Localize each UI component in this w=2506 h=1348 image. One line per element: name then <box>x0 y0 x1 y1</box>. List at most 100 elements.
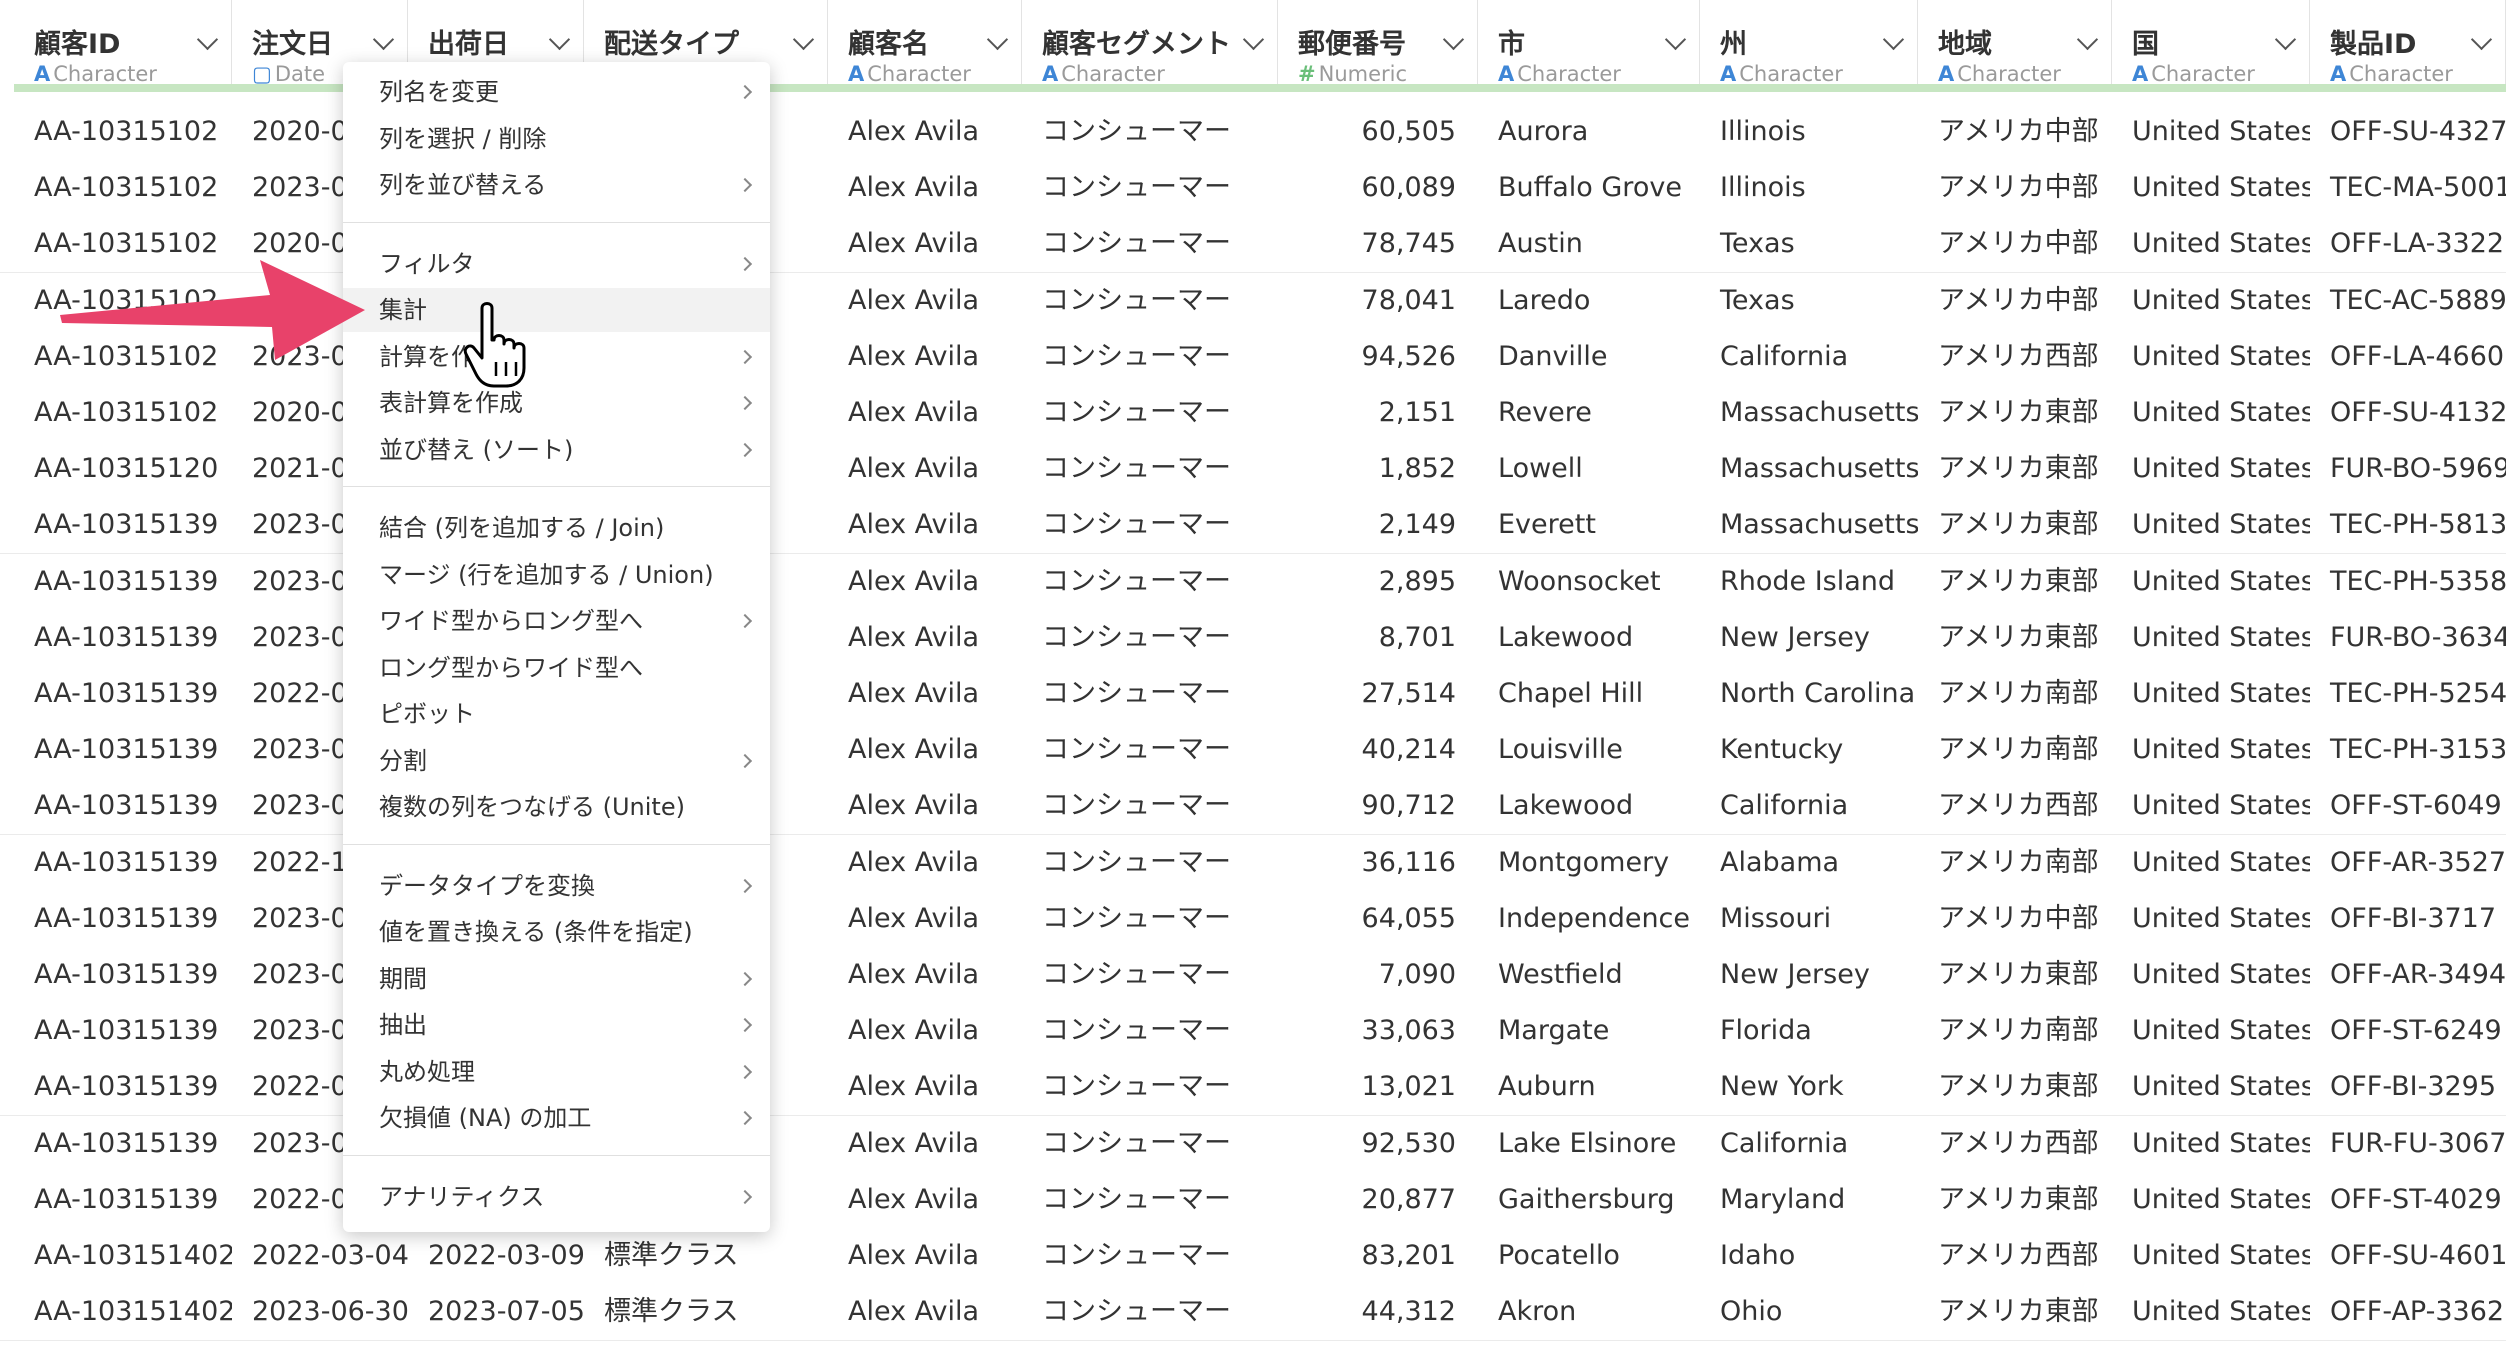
menu-item[interactable]: フィルタ <box>343 242 770 286</box>
table-cell: North Carolina <box>1720 678 1916 709</box>
menu-item[interactable]: 期間 <box>343 957 770 1001</box>
table-cell: Alex Avila <box>848 959 980 990</box>
table-cell: アメリカ東部 <box>1938 565 2099 597</box>
chevron-down-icon[interactable] <box>2470 28 2493 51</box>
menu-item[interactable]: 分割 <box>343 739 770 783</box>
menu-item[interactable]: 集計 <box>343 288 770 332</box>
table-cell: コンシューマー <box>1042 678 1231 709</box>
menu-item[interactable]: 表計算を作成 <box>343 381 770 425</box>
table-cell: Alex Avila <box>848 116 980 147</box>
column-header[interactable]: 郵便番号 # Numeric <box>1278 0 1478 92</box>
column-type: A Character <box>1938 62 2061 86</box>
table-cell: Alex Avila <box>848 397 980 428</box>
table-cell: California <box>1720 340 1849 372</box>
table-cell: Texas <box>1720 284 1795 316</box>
table-cell: 60,505 <box>1361 116 1456 147</box>
column-type: A Character <box>2132 62 2255 86</box>
table-cell: Alex Avila <box>848 509 980 541</box>
table-cell: AA-103151402 <box>34 1296 232 1328</box>
menu-item-label: 欠損値 (NA) の加工 <box>379 1104 592 1132</box>
table-cell: United States <box>2132 172 2310 204</box>
menu-item[interactable]: 丸め処理 <box>343 1050 770 1094</box>
menu-item[interactable]: 欠損値 (NA) の加工 <box>343 1096 770 1140</box>
table-cell: Lowell <box>1498 453 1583 485</box>
chevron-right-icon <box>737 395 753 411</box>
table-cell: TEC-PH-5358 <box>2330 565 2506 597</box>
menu-item[interactable]: マージ (行を追加する / Union) <box>343 553 770 597</box>
table-cell: Alex Avila <box>848 678 980 709</box>
menu-item[interactable]: 並び替え (ソート) <box>343 428 770 472</box>
menu-item-label: 期間 <box>379 964 427 993</box>
table-cell: アメリカ東部 <box>1938 1183 2099 1215</box>
table-cell: Florida <box>1720 1015 1812 1047</box>
table-cell: Alex Avila <box>848 1296 980 1328</box>
menu-item[interactable]: ロング型からワイド型へ <box>343 646 770 690</box>
table-cell: New Jersey <box>1720 959 1870 990</box>
menu-item[interactable]: データタイプを変換 <box>343 864 770 908</box>
table-cell: Alex Avila <box>848 790 980 822</box>
table-cell: アメリカ東部 <box>1938 453 2099 485</box>
table-cell: OFF-BI-3717 <box>2330 902 2497 934</box>
table-cell: AA-10315139 <box>34 734 219 766</box>
table-cell: 83,201 <box>1361 1240 1456 1271</box>
chevron-down-icon[interactable] <box>372 28 395 51</box>
table-cell: アメリカ東部 <box>1938 959 2099 990</box>
chevron-down-icon[interactable] <box>792 28 815 51</box>
menu-item-label: ロング型からワイド型へ <box>379 653 643 682</box>
menu-item[interactable]: ピボット <box>343 692 770 736</box>
table-cell: TEC-PH-3153 <box>2330 734 2506 766</box>
column-header[interactable]: 製品ID A Character <box>2310 0 2506 92</box>
column-header[interactable]: 顧客ID A Character <box>14 0 232 92</box>
column-type-label: Character <box>867 62 971 86</box>
menu-item[interactable]: アナリティクス <box>343 1175 770 1219</box>
table-cell: Revere <box>1498 397 1592 428</box>
menu-item[interactable]: 列を選択 / 削除 <box>343 117 770 161</box>
chevron-down-icon[interactable] <box>1242 28 1265 51</box>
menu-item[interactable]: 値を置き換える (条件を指定) <box>343 910 770 954</box>
column-type-label: Character <box>1517 62 1621 86</box>
table-cell: AA-10315139 <box>34 1127 219 1159</box>
table-cell: Buffalo Grove <box>1498 172 1682 204</box>
chevron-right-icon <box>737 971 753 986</box>
column-name: 顧客名 <box>848 29 929 60</box>
table-cell: OFF-AR-3494 <box>2330 959 2506 990</box>
menu-item-label: 丸め処理 <box>379 1057 475 1086</box>
menu-item-label: データタイプを変換 <box>379 871 595 900</box>
column-header[interactable]: 州 A Character <box>1700 0 1918 92</box>
menu-item[interactable]: ワイド型からロング型へ <box>343 599 770 643</box>
menu-item[interactable]: 結合 (列を追加する / Join) <box>343 506 770 550</box>
table-cell: Maryland <box>1720 1183 1846 1215</box>
chevron-down-icon[interactable] <box>548 28 571 51</box>
table-cell: Ohio <box>1720 1296 1783 1328</box>
table-cell: アメリカ西部 <box>1938 1127 2099 1159</box>
chevron-down-icon[interactable] <box>986 28 1009 51</box>
column-header[interactable]: 国 A Character <box>2112 0 2310 92</box>
menu-item[interactable]: 列名を変更 <box>343 70 770 114</box>
table-cell: United States <box>2132 1240 2310 1271</box>
menu-item[interactable]: 抽出 <box>343 1003 770 1047</box>
column-header[interactable]: 市 A Character <box>1478 0 1700 92</box>
table-cell: AA-10315139 <box>34 846 219 878</box>
table-cell: Westfield <box>1498 959 1623 990</box>
menu-item[interactable]: 列を並び替える <box>343 163 770 207</box>
table-cell: Alex Avila <box>848 228 980 260</box>
menu-item-label: 結合 (列を追加する / Join) <box>379 514 665 542</box>
table-cell: OFF-SU-4132 <box>2330 397 2506 428</box>
table-cell: 60,089 <box>1361 172 1456 204</box>
chevron-down-icon[interactable] <box>196 28 219 51</box>
column-header[interactable]: 顧客セグメント A Character <box>1022 0 1278 92</box>
chevron-down-icon[interactable] <box>2274 28 2297 51</box>
table-cell: United States <box>2132 397 2310 428</box>
chevron-down-icon[interactable] <box>1442 28 1465 51</box>
chevron-down-icon[interactable] <box>1664 28 1687 51</box>
table-cell: アメリカ南部 <box>1938 1015 2099 1047</box>
table-cell: 2,895 <box>1378 565 1456 597</box>
table-cell: AA-10315139 <box>34 565 219 597</box>
column-header[interactable]: 地域 A Character <box>1918 0 2112 92</box>
chevron-down-icon[interactable] <box>2076 28 2099 51</box>
menu-item[interactable]: 複数の列をつなげる (Unite) <box>343 785 770 829</box>
column-header[interactable]: 顧客名 A Character <box>828 0 1022 92</box>
chevron-down-icon[interactable] <box>1882 28 1905 51</box>
chevron-right-icon <box>737 753 753 768</box>
menu-item[interactable]: 計算を作 <box>343 335 770 379</box>
